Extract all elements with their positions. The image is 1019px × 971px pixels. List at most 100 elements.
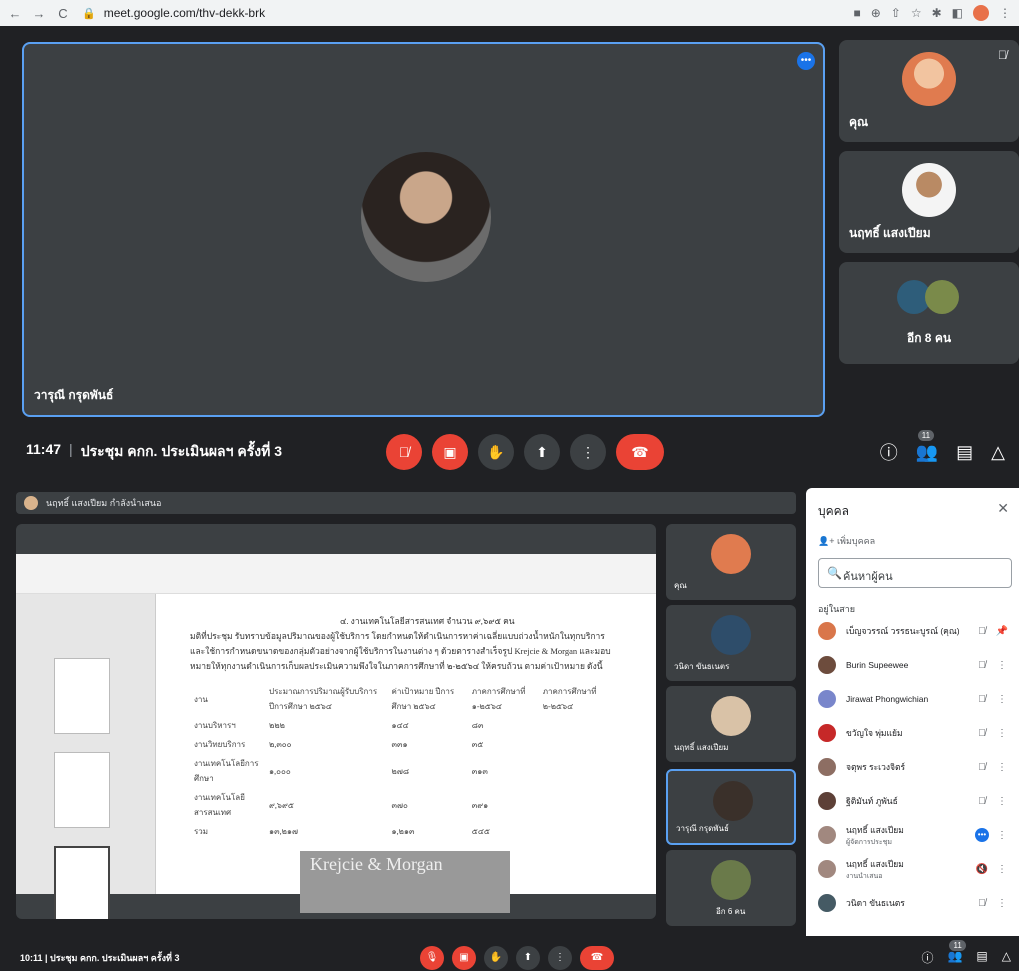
table-cell [539, 822, 610, 841]
more-options-icon[interactable]: ⋮ [992, 660, 1012, 671]
activities-icon[interactable]: △ [1002, 949, 1011, 966]
page-thumbnail[interactable] [54, 752, 110, 828]
more-options-icon[interactable]: ⋮ [992, 728, 1012, 739]
participant-name: นฤทธิ์ แสงเปียม งานนำเสนอ [846, 857, 972, 882]
list-item[interactable]: นฤทธิ์ แสงเปียม ผู้จัดการประชุม ••• ⋮ [818, 820, 1012, 850]
mic-off-icon: 🎙̸ [978, 795, 986, 807]
pdf-toolbar [16, 554, 656, 594]
extensions-icon[interactable]: ✱ [932, 6, 942, 20]
sidepanel-icon[interactable]: ◧ [952, 6, 963, 20]
leave-call-button[interactable]: ☎ [616, 434, 664, 470]
present-screen-button[interactable]: ⬆ [524, 434, 560, 470]
share-icon[interactable]: ⇧ [891, 6, 901, 20]
list-item[interactable]: Burin Supeewee 🎙̸ ⋮ [818, 650, 1012, 680]
page-thumbnail[interactable] [54, 658, 110, 734]
table-header: ประมาณการปริมาณผู้รับบริการ ปีการศึกษา ๒… [269, 687, 378, 711]
lower-tile-warunee[interactable]: วารุณี กรุดพันธ์ [666, 769, 796, 845]
more-options-button[interactable]: ⋮ [548, 945, 572, 970]
search-people-input[interactable]: 🔍 ค้นหาผู้คน [818, 558, 1012, 588]
more-options-icon[interactable]: ⋮ [992, 864, 1012, 875]
chat-icon[interactable]: ▤ [956, 442, 973, 463]
table-cell: ๑๓,๒๑๗ [269, 827, 298, 836]
table-cell: ๒๒๒ [269, 721, 285, 730]
address-bar[interactable]: 🔒 meet.google.com/thv-dekk-brk [82, 3, 782, 23]
lower-tile-others[interactable]: อีก 6 คน [666, 850, 796, 926]
table-cell: ๘๓ [471, 721, 484, 730]
avatar [818, 894, 836, 912]
mic-toggle-button[interactable]: 🎙̸ [386, 434, 422, 470]
camera-indicator-icon[interactable]: ■ [853, 6, 860, 20]
page-thumbnail[interactable] [54, 846, 110, 919]
info-icon[interactable]: ⓘ [921, 949, 933, 966]
more-options-icon[interactable]: ⋮ [992, 898, 1012, 909]
list-item[interactable]: นฤทธิ์ แสงเปียม งานนำเสนอ 🔇 ⋮ [818, 854, 1012, 884]
present-screen-button[interactable]: ⬆ [516, 945, 540, 970]
lower-tile-naruet[interactable]: นฤทธิ์ แสงเปียม [666, 686, 796, 762]
table-cell: ๒๗๘ [391, 766, 410, 776]
speaker-name: วารุณี กรุดพันธ์ [34, 388, 114, 402]
table-cell [539, 735, 610, 754]
people-button[interactable]: 11 👥 [916, 429, 938, 463]
bookmark-star-icon[interactable]: ☆ [911, 6, 922, 20]
more-options-icon[interactable]: ⋮ [992, 830, 1012, 841]
main-speaker-tile[interactable]: ••• วารุณี กรุดพันธ์ [22, 42, 825, 417]
raise-hand-button[interactable]: ✋ [478, 434, 514, 470]
list-item[interactable]: วนิดา ขันธเนตร 🎙̸ ⋮ [818, 888, 1012, 918]
presenter-text: นฤทธิ์ แสงเปียม กำลังนำเสนอ [46, 498, 162, 508]
participant-name: คุณ [674, 581, 687, 590]
presenter-bar: นฤทธิ์ แสงเปียม กำลังนำเสนอ [16, 492, 796, 514]
reload-icon[interactable]: C [54, 6, 72, 21]
list-item[interactable]: ขวัญใจ พุ่มแย้ม 🎙̸ ⋮ [818, 718, 1012, 748]
activities-icon[interactable]: △ [991, 442, 1005, 463]
avatar [818, 690, 836, 708]
profile-avatar[interactable] [973, 5, 989, 21]
lower-tile-self[interactable]: คุณ [666, 524, 796, 600]
forward-icon[interactable]: → [30, 6, 48, 21]
list-item[interactable]: Jirawat Phongwichian 🎙̸ ⋮ [818, 684, 1012, 714]
people-button[interactable]: 11 👥 [947, 940, 966, 966]
participant-name: ขวัญใจ พุ่มแย้ม [846, 728, 903, 738]
list-item[interactable]: จตุพร ระเวงจิตร์ 🎙̸ ⋮ [818, 752, 1012, 782]
avatar [902, 52, 956, 106]
others-count: อีก 6 คน [716, 907, 746, 916]
more-options-icon[interactable]: ⋮ [992, 796, 1012, 807]
participant-tile-others[interactable]: อีก 8 คน [839, 262, 1019, 364]
raise-hand-button[interactable]: ✋ [484, 945, 508, 970]
add-people-button[interactable]: 👤+ เพิ่มบุคคล [818, 534, 875, 548]
more-options-icon[interactable]: ⋮ [992, 762, 1012, 773]
table-cell [539, 716, 610, 735]
mic-toggle-button[interactable]: 🎙 [420, 945, 444, 970]
close-icon[interactable]: ✕ [997, 500, 1009, 517]
camera-toggle-button[interactable]: ▣ [432, 434, 468, 470]
zoom-icon[interactable]: ⊕ [871, 6, 881, 20]
table-cell: ๓๙๑ [471, 800, 489, 810]
participant-name: Jirawat Phongwichian [846, 694, 929, 704]
avatar [818, 860, 836, 878]
pin-icon[interactable]: 📌 [992, 626, 1012, 637]
avatar [818, 656, 836, 674]
participant-role: งานนำเสนอ [846, 872, 883, 880]
table-cell: ๓๗๐ [391, 800, 408, 810]
lower-tile-wanida[interactable]: วนิดา ขันธเนตร [666, 605, 796, 681]
list-item[interactable]: เบ็ญจวรรณ์ วรรธนะบูรณ์ (คุณ) 🎙̸ 📌 [818, 616, 1012, 646]
camera-toggle-button[interactable]: ▣ [452, 945, 476, 970]
lock-icon: 🔒 [82, 7, 96, 20]
chat-icon[interactable]: ▤ [976, 949, 987, 966]
participant-tile-self[interactable]: 🎙̸ คุณ [839, 40, 1019, 142]
panel-title: บุคคล [818, 504, 850, 518]
table-cell: งานเทคโนโลยีสารสนเทศ [194, 793, 245, 817]
audio-off-icon: 🔇 [975, 863, 989, 875]
leave-call-button[interactable]: ☎ [580, 945, 614, 970]
info-icon[interactable]: ⓘ [880, 439, 898, 465]
back-icon[interactable]: ← [6, 6, 24, 21]
list-item[interactable]: ฐิติมันท์ ภูพันธ์ 🎙̸ ⋮ [818, 786, 1012, 816]
avatar [711, 534, 751, 574]
menu-kebab-icon[interactable]: ⋮ [999, 6, 1011, 20]
more-options-icon[interactable]: ••• [797, 52, 815, 70]
more-options-icon[interactable]: ⋮ [992, 694, 1012, 705]
more-options-button[interactable]: ⋮ [570, 434, 606, 470]
avatar [711, 615, 751, 655]
participant-tile-naruet[interactable]: นฤทธิ์ แสงเปียม [839, 151, 1019, 253]
participant-name: วนิดา ขันธเนตร [846, 898, 905, 908]
table-row: งานบริหารฯ ๒๒๒ ๑๔๔ ๘๓ [190, 716, 610, 735]
